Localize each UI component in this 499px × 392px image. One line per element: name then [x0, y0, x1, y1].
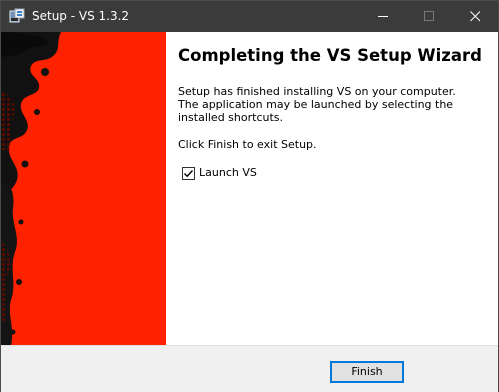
close-button[interactable]	[452, 1, 498, 32]
ink-splash-artwork	[1, 32, 61, 345]
exit-instruction: Click Finish to exit Setup.	[178, 138, 317, 151]
completion-message: Setup has finished installing VS on your…	[178, 85, 456, 124]
minimize-button[interactable]	[360, 1, 406, 32]
maximize-icon	[424, 11, 434, 21]
checkmark-icon	[184, 170, 193, 178]
launch-checkbox[interactable]	[182, 167, 195, 180]
installer-app-icon	[9, 8, 25, 24]
wizard-banner-image	[1, 32, 166, 345]
title-bar[interactable]: Setup - VS 1.3.2	[1, 1, 498, 32]
window-title: Setup - VS 1.3.2	[32, 9, 130, 23]
wizard-content-panel: Completing the VS Setup Wizard Setup has…	[166, 32, 498, 345]
setup-window: Setup - VS 1.3.2 Completing the VS Setup…	[0, 0, 499, 392]
close-icon	[470, 11, 481, 22]
minimize-icon	[378, 16, 388, 17]
finish-button[interactable]: Finish	[330, 361, 404, 383]
wizard-footer: Finish	[1, 345, 498, 392]
page-title: Completing the VS Setup Wizard	[178, 46, 482, 65]
maximize-button[interactable]	[406, 1, 452, 32]
launch-checkbox-label[interactable]: Launch VS	[199, 166, 257, 179]
